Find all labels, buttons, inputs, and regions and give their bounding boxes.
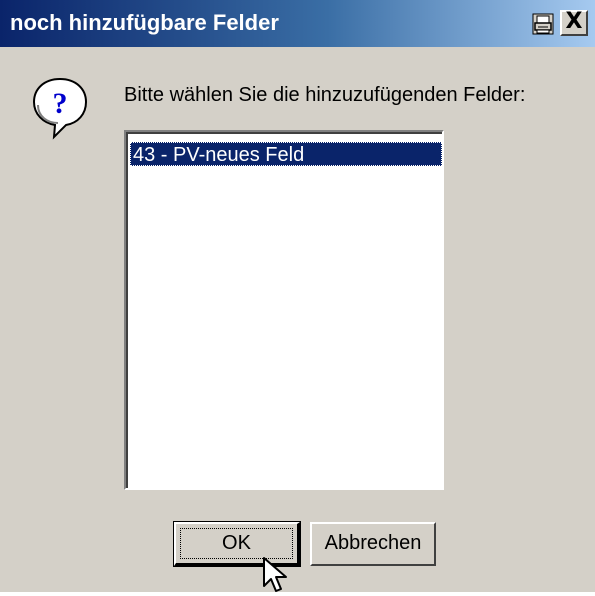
- title-bar[interactable]: noch hinzufügbare Felder X: [0, 0, 595, 47]
- close-button[interactable]: X: [560, 9, 588, 36]
- close-icon: X: [565, 9, 583, 34]
- svg-text:?: ?: [53, 87, 68, 120]
- cancel-button-label: Abbrechen: [324, 532, 422, 554]
- question-icon: ?: [32, 77, 88, 140]
- fields-listbox[interactable]: 43 - PV-neues Feld: [124, 130, 444, 490]
- cancel-button[interactable]: Abbrechen: [310, 522, 436, 566]
- printer-icon[interactable]: [532, 13, 554, 35]
- listbox-frame: 43 - PV-neues Feld: [126, 132, 442, 488]
- list-item[interactable]: 43 - PV-neues Feld: [130, 142, 442, 166]
- prompt-text: Bitte wählen Sie die hinzuzufügenden Fel…: [124, 84, 526, 106]
- focus-rectangle: [180, 528, 293, 559]
- dialog-window: noch hinzufügbare Felder X ? Bitte wähle…: [0, 0, 595, 592]
- mouse-cursor-icon: [263, 557, 287, 592]
- window-title: noch hinzufügbare Felder: [10, 10, 279, 35]
